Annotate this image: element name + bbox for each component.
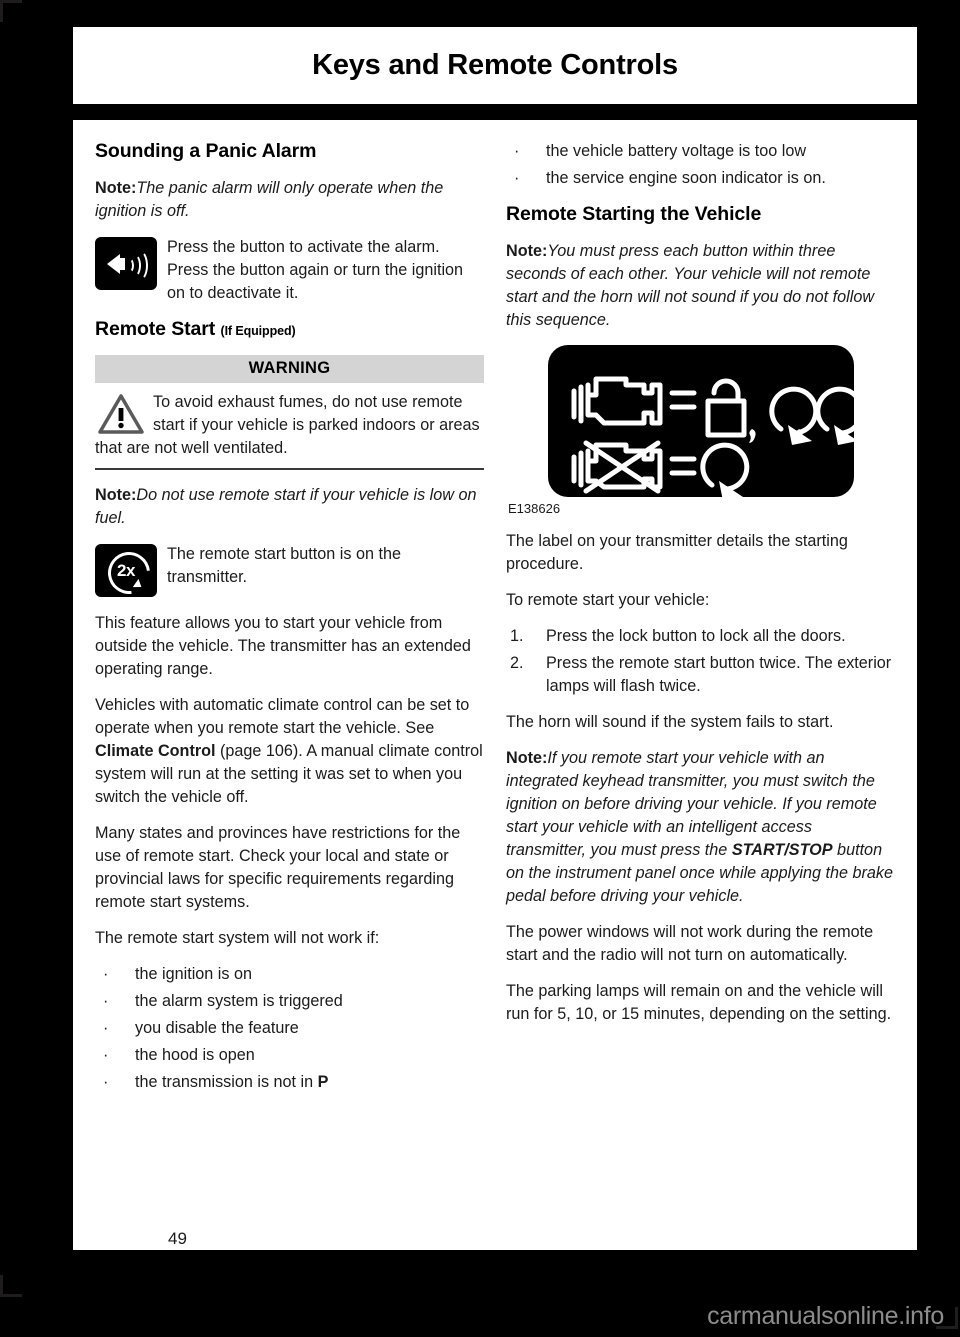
page-header: Keys and Remote Controls (73, 27, 917, 104)
climate-control-paragraph: Vehicles with automatic climate control … (95, 694, 484, 809)
right-column: · the vehicle battery voltage is too low … (506, 140, 895, 1200)
warning-title: WARNING (95, 355, 484, 383)
not-work-bullet-list-continued: · the vehicle battery voltage is too low … (506, 140, 895, 190)
list-item: 1. Press the lock button to lock all the … (506, 625, 895, 648)
step-text: Press the lock button to lock all the do… (546, 627, 846, 645)
page-number: 49 (168, 1229, 187, 1248)
note-text: Do not use remote start if your vehicle … (95, 486, 477, 527)
step-text: Press the remote start button twice. The… (546, 654, 892, 695)
not-work-intro: The remote start system will not work if… (95, 929, 380, 947)
remote-start-circular-arrow-icon (699, 442, 749, 492)
list-item-label: the service engine soon indicator is on. (546, 169, 826, 187)
list-item-label: the hood is open (135, 1046, 255, 1064)
corner-mark-top-left (0, 0, 22, 22)
steps-intro: To remote start your vehicle: (506, 591, 710, 609)
list-item: 2. Press the remote start button twice. T… (506, 652, 895, 698)
list-item: · the service engine soon indicator is on… (506, 167, 895, 190)
bullet-glyph: · (514, 142, 520, 160)
panic-alarm-heading: Sounding a Panic Alarm (95, 140, 317, 162)
climate-text-before: Vehicles with automatic climate control … (95, 696, 470, 737)
lock-icon (705, 378, 746, 438)
page-title: Keys and Remote Controls (312, 49, 678, 81)
note-label: Note: (506, 242, 548, 260)
parking-lamps-paragraph: The parking lamps will remain on and the… (506, 982, 892, 1023)
list-item-label: the alarm system is triggered (135, 992, 343, 1010)
list-item: · the vehicle battery voltage is too low (506, 140, 895, 163)
fuel-note: Note:Do not use remote start if your veh… (95, 484, 484, 530)
page-body: Sounding a Panic Alarm Note:The panic al… (73, 120, 917, 1250)
site-watermark: carmanualsonline.info (707, 1302, 944, 1330)
remote-start-button-icon-row: 2x The remote start button is on the tra… (95, 543, 484, 603)
list-item: · the alarm system is triggered (95, 990, 484, 1013)
two-x-label: 2x (117, 560, 135, 580)
bullet-glyph: · (103, 1073, 109, 1091)
transmitter-label-diagram (547, 345, 864, 501)
two-column-layout: Sounding a Panic Alarm Note:The panic al… (95, 140, 895, 1200)
bullet-glyph: · (103, 1019, 109, 1037)
note-label: Note: (95, 179, 137, 197)
bullet-glyph: · (103, 965, 109, 983)
equals-sign (669, 390, 696, 410)
engine-off-icon (571, 440, 662, 494)
note-label: Note: (506, 749, 548, 767)
list-item-label: the vehicle battery voltage is too low (546, 142, 807, 160)
bullet-glyph: · (103, 1046, 109, 1064)
list-item-label: the transmission is not in (135, 1073, 318, 1091)
bullet-glyph: · (514, 169, 520, 187)
warning-rule (95, 468, 484, 470)
power-windows-paragraph: The power windows will not work during t… (506, 923, 874, 964)
step-number: 1. (510, 627, 524, 645)
equals-sign (669, 456, 696, 476)
label-paragraph: The label on your transmitter details th… (506, 532, 848, 573)
warning-body: To avoid exhaust fumes, do not use remot… (95, 391, 484, 460)
warning-text: To avoid exhaust fumes, do not use remot… (95, 393, 480, 457)
remote-start-steps: 1. Press the lock button to lock all the … (506, 625, 895, 698)
note-text: The panic alarm will only operate when t… (95, 179, 444, 220)
remote-start-circular-arrow-icon (768, 386, 818, 436)
panic-icon-row: Press the button to activate the alarm. … (95, 236, 484, 305)
transmitter-label-figure (506, 345, 895, 501)
list-item: · the transmission is not in P (95, 1071, 484, 1094)
corner-mark-bottom-left (0, 1275, 22, 1297)
remote-start-heading: Remote Start (If Equipped) (95, 318, 484, 341)
list-item: · the ignition is on (95, 963, 484, 986)
panic-alarm-note: Note:The panic alarm will only operate w… (95, 177, 484, 223)
two-x-circular-arrow-icon: 2x (95, 543, 159, 603)
remote-start-heading-text: Remote Start (95, 318, 216, 340)
if-equipped-qualifier: (If Equipped) (220, 324, 296, 338)
climate-control-link[interactable]: Climate Control (95, 742, 216, 760)
sequence-note: Note:You must press each button within t… (506, 240, 895, 332)
warning-box: WARNING To avoid exhaust fumes, do not u… (95, 355, 484, 470)
note-text: You must press each button within three … (506, 242, 875, 329)
list-item: · you disable the feature (95, 1017, 484, 1040)
engine-icon (571, 376, 662, 426)
step-number: 2. (510, 654, 524, 672)
remote-starting-vehicle-heading: Remote Starting the Vehicle (506, 203, 762, 225)
panic-horn-icon (95, 237, 157, 290)
list-item: · the hood is open (95, 1044, 484, 1067)
warning-triangle-icon (97, 393, 145, 435)
bullet-glyph: · (103, 992, 109, 1010)
start-stop-button-label: START/STOP (731, 841, 833, 859)
keyhead-note: Note:If you remote start your vehicle wi… (506, 747, 895, 908)
note-label: Note: (95, 486, 137, 504)
left-column: Sounding a Panic Alarm Note:The panic al… (95, 140, 484, 1200)
not-work-bullet-list: · the ignition is on · the alarm system is… (95, 963, 484, 1094)
figure-caption: E138626 (508, 501, 561, 516)
state-restrictions-paragraph: Many states and provinces have restricti… (95, 824, 461, 911)
horn-paragraph: The horn will sound if the system fails … (506, 713, 834, 731)
feature-paragraph: This feature allows you to start your ve… (95, 614, 471, 678)
list-item-label: the ignition is on (135, 965, 252, 983)
list-item-label: you disable the feature (135, 1019, 299, 1037)
park-gear-label: P (317, 1073, 329, 1091)
